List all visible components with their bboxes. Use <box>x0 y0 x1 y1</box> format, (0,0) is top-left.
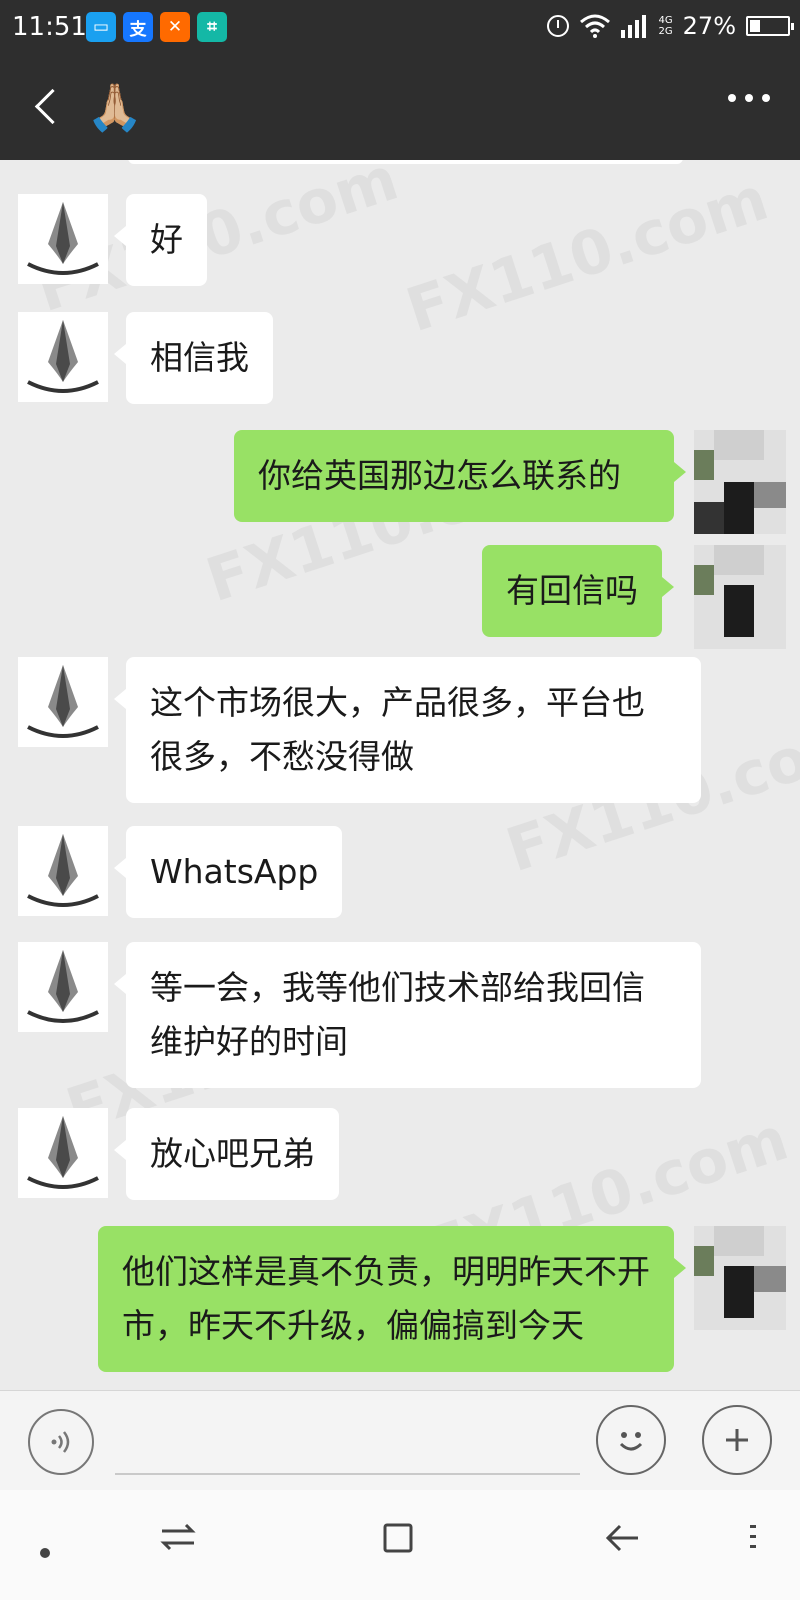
more-options-button[interactable] <box>728 94 770 102</box>
alipay-icon: 支 <box>123 12 153 42</box>
outgoing-message[interactable]: 有回信吗 <box>482 545 674 637</box>
nav-home-button[interactable] <box>382 1522 414 1562</box>
incoming-message[interactable]: 这个市场很大，产品很多，平台也很多，不愁没得做 <box>114 657 701 803</box>
contact-avatar[interactable] <box>18 826 108 916</box>
menu-lines-icon <box>750 1525 756 1548</box>
incoming-message[interactable]: 相信我 <box>114 312 273 404</box>
incoming-message[interactable]: WhatsApp <box>113 826 343 918</box>
incoming-message[interactable]: 放心吧兄弟 <box>114 1108 339 1200</box>
outgoing-message[interactable]: 你给英国那边怎么联系的 <box>234 430 686 522</box>
back-arrow-icon <box>605 1524 638 1552</box>
incoming-message[interactable]: 好 <box>114 194 207 286</box>
nav-dot-button[interactable] <box>38 1530 52 1568</box>
message-input[interactable] <box>115 1473 580 1475</box>
my-avatar[interactable] <box>694 1226 786 1330</box>
outgoing-message[interactable]: 他们这样是真不负责，明明昨天不开市，昨天不升级，偏偏搞到今天 <box>98 1226 686 1372</box>
my-avatar[interactable] <box>694 545 786 649</box>
smiley-icon <box>619 1432 643 1451</box>
input-bar <box>0 1390 800 1491</box>
watermark: FX110.com <box>398 163 777 347</box>
contact-avatar[interactable] <box>18 1108 108 1198</box>
status-time: 11:51 <box>12 12 87 42</box>
dot-icon <box>728 94 736 102</box>
voice-icon <box>51 1431 70 1453</box>
message-list[interactable]: FX110.com FX110.com FX110.com FX110.com … <box>0 160 800 1390</box>
wifi-icon <box>579 14 610 38</box>
contact-avatar[interactable] <box>18 942 108 1032</box>
switch-arrows-icon <box>160 1523 196 1551</box>
contact-avatar[interactable] <box>18 312 108 402</box>
chat-header: 🙏🏼 <box>0 56 800 160</box>
battery-percent: 27% <box>682 12 736 40</box>
plus-icon <box>726 1429 748 1451</box>
emoji-button[interactable] <box>596 1405 666 1475</box>
notification-icons: ▭ 支 ✕ ⌗ <box>86 12 227 42</box>
status-right: 4G 2G 27% <box>546 12 794 40</box>
network-top: 4G <box>658 15 673 26</box>
incoming-message[interactable]: 等一会，我等他们技术部给我回信维护好的时间 <box>114 942 701 1088</box>
alarm-icon <box>546 15 569 37</box>
network-bottom: 2G <box>658 26 673 37</box>
dot-icon <box>745 94 753 102</box>
nav-back-button[interactable] <box>604 1522 640 1562</box>
voice-input-button[interactable] <box>28 1409 94 1475</box>
square-icon <box>383 1523 413 1553</box>
more-actions-button[interactable] <box>702 1405 772 1475</box>
network-type: 4G 2G <box>659 15 673 37</box>
message-icon: ▭ <box>86 12 116 42</box>
signal-icon <box>620 15 646 38</box>
my-avatar[interactable] <box>694 430 786 534</box>
system-nav-bar <box>0 1490 800 1600</box>
chat-title: 🙏🏼 <box>86 80 144 134</box>
dot-icon <box>40 1548 50 1558</box>
scan-app-icon: ⌗ <box>197 12 227 42</box>
x-app-icon: ✕ <box>160 12 190 42</box>
battery-level <box>750 20 760 32</box>
nav-menu-button[interactable] <box>746 1522 760 1560</box>
nav-switch-button[interactable] <box>160 1522 196 1560</box>
status-bar: 11:51 ▭ 支 ✕ ⌗ 4G 2G 27% <box>0 0 800 56</box>
contact-avatar[interactable] <box>18 657 108 747</box>
dot-icon <box>762 94 770 102</box>
previous-message-bubble <box>128 160 683 164</box>
battery-icon <box>746 16 794 36</box>
contact-avatar[interactable] <box>18 194 108 284</box>
back-button[interactable] <box>26 82 76 132</box>
